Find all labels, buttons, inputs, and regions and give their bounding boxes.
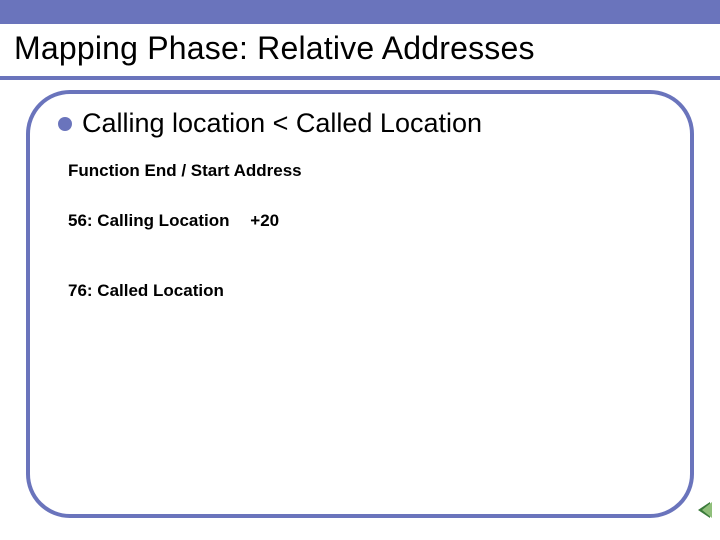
bullet-text: Calling location < Called Location — [82, 108, 482, 139]
content-inner: Calling location < Called Location Funct… — [30, 94, 690, 325]
calling-location-row: 56: Calling Location +20 — [68, 211, 666, 231]
header-band — [0, 0, 720, 24]
calling-location-offset: +20 — [250, 211, 279, 230]
bullet-line: Calling location < Called Location — [58, 108, 666, 139]
content-frame: Calling location < Called Location Funct… — [26, 90, 694, 518]
called-location-row: 76: Called Location — [68, 281, 666, 301]
slide-title: Mapping Phase: Relative Addresses — [14, 30, 706, 67]
corner-accent-icon — [698, 502, 710, 518]
title-area: Mapping Phase: Relative Addresses — [0, 24, 720, 75]
calling-location-label: 56: Calling Location — [68, 211, 230, 230]
sub-header: Function End / Start Address — [68, 161, 666, 181]
title-underline — [0, 76, 720, 80]
bullet-icon — [58, 117, 72, 131]
